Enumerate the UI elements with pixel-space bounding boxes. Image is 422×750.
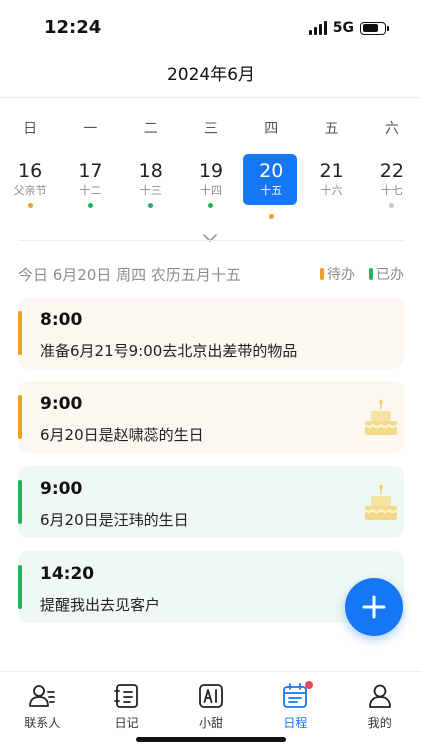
done-mark xyxy=(369,268,373,280)
date-cell-21[interactable]: 21 十六 xyxy=(301,154,361,216)
event-dot xyxy=(87,203,93,208)
lunar-date: 十七 xyxy=(380,184,403,197)
schedule-time: 9:00 xyxy=(40,394,83,414)
diary-icon xyxy=(113,684,138,708)
weekday-row: 日 一 二 三 四 五 六 xyxy=(0,118,422,138)
weekday-label: 五 xyxy=(324,121,339,137)
chevron-down-icon[interactable] xyxy=(202,232,218,244)
weekday-label: 三 xyxy=(203,121,218,137)
page-title[interactable]: 2024年6月 xyxy=(0,60,422,85)
weekday-label: 六 xyxy=(384,121,399,137)
tab-label: 日程 xyxy=(283,716,308,730)
plus-icon xyxy=(362,595,386,619)
weekday-label: 一 xyxy=(83,121,98,137)
ai-icon xyxy=(199,684,223,708)
schedule-text: 准备6月21号9:00去北京出差带的物品 xyxy=(40,342,298,360)
schedule-text: 提醒我出去见客户 xyxy=(40,596,161,614)
header-divider xyxy=(0,97,422,98)
lunar-date: 十六 xyxy=(320,184,343,197)
tab-label: 我的 xyxy=(367,716,392,730)
legend-pending: 待办 xyxy=(320,264,355,284)
tab-contacts[interactable]: 联系人 xyxy=(0,672,84,750)
event-dot xyxy=(27,203,33,208)
lunar-date: 十二 xyxy=(79,184,102,197)
network-type: 5G xyxy=(332,20,354,36)
notification-badge xyxy=(305,681,314,689)
profile-icon xyxy=(368,684,391,708)
legend-done: 已办 xyxy=(369,264,404,284)
tab-label: 联系人 xyxy=(24,716,61,730)
date-number: 19 xyxy=(198,160,224,182)
date-cell-20-selected[interactable]: 20 十五 xyxy=(241,154,301,219)
schedule-time: 9:00 xyxy=(40,479,83,499)
event-dot xyxy=(208,203,214,208)
week-dates: 16 父亲节 17 十二 18 十三 19 十四 20 十五 21 十六 22 … xyxy=(0,154,422,219)
schedule-card[interactable]: 9:00 6月20日是赵啸蕊的生日 xyxy=(18,381,404,453)
schedule-text: 6月20日是赵啸蕊的生日 xyxy=(40,426,204,444)
status-bar-done xyxy=(18,480,22,524)
lunar-date: 十三 xyxy=(139,184,162,197)
battery-icon xyxy=(360,21,389,35)
birthday-cake-icon xyxy=(364,399,398,435)
schedule-card[interactable]: 8:00 准备6月21号9:00去北京出差带的物品 xyxy=(18,297,404,369)
status-bar-pending xyxy=(18,311,22,355)
weekday-label: 日 xyxy=(23,121,38,137)
status-bar: 12:24 5G xyxy=(0,0,422,56)
schedule-time: 8:00 xyxy=(40,310,83,330)
legend-pending-label: 待办 xyxy=(327,267,355,283)
event-dot xyxy=(389,203,395,208)
schedule-text: 6月20日是汪玮的生日 xyxy=(40,511,189,529)
event-dot xyxy=(329,203,334,208)
contacts-icon xyxy=(29,685,56,707)
date-cell-18[interactable]: 18 十三 xyxy=(121,154,181,216)
weekday-label: 二 xyxy=(143,121,158,137)
event-dot xyxy=(268,214,274,219)
schedule-time: 14:20 xyxy=(40,564,95,584)
lunar-date: 父亲节 xyxy=(13,184,47,197)
status-time: 12:24 xyxy=(44,17,102,38)
status-legend: 待办 已办 xyxy=(312,264,404,284)
status-indicators: 5G xyxy=(308,19,389,37)
date-cell-19[interactable]: 19 十四 xyxy=(181,154,241,216)
tab-label: 小甜 xyxy=(198,716,223,730)
add-schedule-button[interactable] xyxy=(345,578,403,636)
event-dot xyxy=(148,203,154,208)
date-number: 16 xyxy=(18,160,43,182)
date-number: 20 xyxy=(259,160,284,182)
status-bar-pending xyxy=(18,395,22,439)
date-cell-17[interactable]: 17 十二 xyxy=(60,154,120,216)
lunar-date: 十四 xyxy=(199,184,222,197)
date-summary: 今日 6月20日 周四 农历五月十五 xyxy=(18,265,241,284)
pending-mark xyxy=(320,268,324,280)
date-cell-22[interactable]: 22 十七 xyxy=(362,154,422,216)
date-number: 17 xyxy=(78,160,103,182)
tab-label: 日记 xyxy=(114,716,139,730)
weekday-label: 四 xyxy=(264,121,279,137)
lunar-date: 十五 xyxy=(260,184,283,197)
status-bar-done xyxy=(18,565,22,609)
tab-mine[interactable]: 我的 xyxy=(338,672,422,750)
calendar-divider xyxy=(18,240,404,241)
date-info-row: 今日 6月20日 周四 农历五月十五 待办 已办 xyxy=(18,263,404,285)
date-number: 21 xyxy=(319,160,344,182)
birthday-cake-icon xyxy=(364,484,398,520)
date-number: 18 xyxy=(138,160,163,182)
home-indicator[interactable] xyxy=(136,737,286,742)
schedule-card[interactable]: 9:00 6月20日是汪玮的生日 xyxy=(18,466,404,538)
date-cell-16[interactable]: 16 父亲节 xyxy=(0,154,60,216)
legend-done-label: 已办 xyxy=(376,267,404,283)
date-number: 22 xyxy=(379,160,404,182)
signal-icon xyxy=(308,21,327,35)
